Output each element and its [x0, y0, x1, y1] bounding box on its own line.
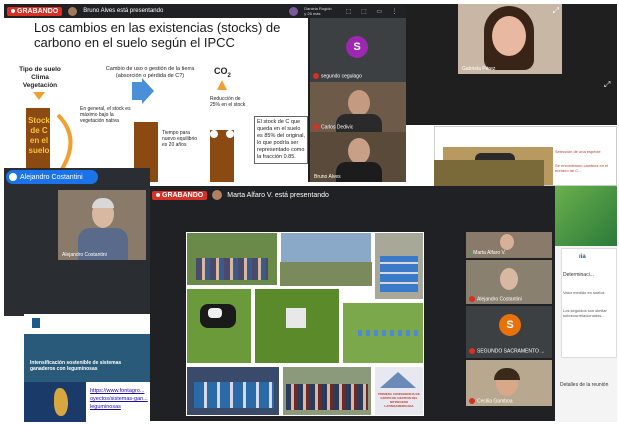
green-bar — [555, 186, 617, 246]
note-time: Tiempo para nuevo equilibrio es 20 años — [162, 130, 198, 148]
co2-label: CO2 — [214, 66, 231, 79]
expand-icon[interactable]: ⤢ — [604, 80, 610, 90]
mic-off-icon — [469, 397, 475, 404]
web-map-land — [54, 388, 68, 416]
record-dot-icon — [11, 9, 15, 13]
doc-logo: ıia — [579, 254, 586, 260]
note-box: El stock de C que queda en el suelo es 8… — [254, 116, 308, 164]
person-head — [500, 268, 518, 290]
doc-line-1: Valor medido en suelos — [563, 290, 605, 295]
participant-hint: Daniela Rogido y 26 más — [304, 6, 332, 16]
web-logo-icon — [32, 318, 40, 328]
right-arrow-icon — [132, 82, 142, 100]
tile-segundo[interactable]: S segundo cegulago — [310, 18, 406, 82]
doc-page — [561, 248, 617, 358]
photo-chamber — [286, 308, 306, 328]
photo-conference-people — [286, 384, 368, 410]
mic-off-icon — [313, 72, 319, 79]
recording-badge: GRABANDO — [7, 6, 63, 16]
participant-avatar — [289, 6, 299, 16]
presenter-label: Bruno Alves está presentando — [83, 8, 164, 14]
name-pill: Alejandro Costantini — [6, 170, 98, 184]
down-arrow-icon — [33, 92, 45, 100]
presenter-avatar — [212, 190, 223, 200]
tile-alejandro-small[interactable]: Alejandro Costantini — [466, 260, 552, 304]
photo-cow-spots — [208, 308, 222, 318]
tile-gabriela[interactable]: ⤢ Gabriela Pérez — [458, 4, 562, 74]
mic-off-icon — [469, 347, 475, 354]
photo-lab-bottles-row — [194, 382, 274, 408]
avatar-s: S — [499, 314, 521, 336]
poster-mountain — [380, 372, 416, 388]
mic-off-icon — [469, 295, 475, 302]
mic-active-icon: ▮ — [469, 250, 472, 256]
photo-plot-row — [358, 330, 418, 336]
web-banner — [24, 334, 150, 382]
doc-line-2: Los seguidos son similar sobrecorrelacio… — [563, 308, 607, 318]
person-face — [492, 16, 526, 56]
person-head — [348, 90, 370, 116]
person-hair — [92, 198, 114, 208]
tile-alejandro[interactable]: Alejandro Costantini — [58, 190, 146, 260]
web-link-2[interactable]: oyectos/sistemas-gan... — [90, 396, 148, 402]
tile-bruno[interactable]: Bruno Alves — [310, 132, 406, 182]
web-banner-header: Intensificación sostenible de sistemas g… — [30, 360, 122, 372]
tile-cecilia[interactable]: Cecilia Gamboa — [466, 360, 552, 406]
front-toolbar: GRABANDO Marta Alfaro V. está presentand… — [150, 188, 555, 202]
slide-title: Los cambios en las existencias (stocks) … — [34, 20, 281, 50]
recording-badge: GRABANDO — [152, 190, 208, 200]
right-arrow-head-icon — [142, 78, 154, 104]
tile-segundo-sacramento[interactable]: S SEGUNDO SACRAMENTO ... — [466, 306, 552, 358]
web-page: Intensificación sostenible de sistemas g… — [24, 314, 150, 422]
photo-buckets-blue — [380, 256, 418, 292]
ipcc-slide: Los cambios en las existencias (stocks) … — [4, 18, 308, 182]
note-general: En general, el stock es máximo bajo la v… — [80, 106, 131, 124]
person-body — [336, 162, 382, 182]
note-reduction: Reducción de 25% en el stock — [210, 96, 246, 108]
web-link-3[interactable]: leguminosas — [90, 404, 121, 410]
right-slide-text2: Se encontraron cambios en el número de C… — [555, 163, 609, 173]
top-toolbar: GRABANDO Bruno Alves está presentando Da… — [4, 4, 406, 18]
mic-off-icon — [313, 123, 319, 130]
photo-collage: PRIMERA CONFERENCIA DE GRUPO DE GESTION … — [186, 232, 424, 416]
web-link-1[interactable]: https://www.fontagro... — [90, 388, 144, 394]
fullscreen-icon[interactable]: ⤢ — [553, 6, 559, 16]
person-head — [348, 138, 370, 164]
presenter-label: Marta Alfaro V. está presentando — [227, 191, 329, 199]
poster-text: PRIMERA CONFERENCIA DE GRUPO DE GESTION … — [378, 392, 420, 408]
label-tipo-suelo: Tipo de suelo Clima Vegetación — [19, 66, 61, 89]
photo-cows-ground — [280, 262, 372, 286]
photo-group-people — [196, 258, 268, 280]
person-icon — [9, 173, 17, 181]
person-head — [500, 234, 514, 250]
doc-heading: Determinaci... — [563, 272, 594, 278]
person-hair — [494, 368, 520, 380]
toolbar-icons[interactable]: ⬚ ⬚ ▭ ⋮ — [346, 8, 402, 15]
tile-carlos[interactable]: Carlos Dedivic — [310, 82, 406, 132]
details-label[interactable]: Detalles de la reunión — [560, 382, 608, 388]
tile-marta[interactable]: ▮ Marta Alfaro V. — [466, 232, 552, 258]
record-dot-icon — [156, 193, 160, 197]
avatar-s: S — [346, 36, 368, 58]
presenter-avatar — [68, 6, 78, 16]
soil-stock-bar-3 — [210, 130, 234, 182]
up-arrow-icon — [217, 80, 227, 90]
right-slide-text1: Selección de una especie — [555, 149, 601, 154]
